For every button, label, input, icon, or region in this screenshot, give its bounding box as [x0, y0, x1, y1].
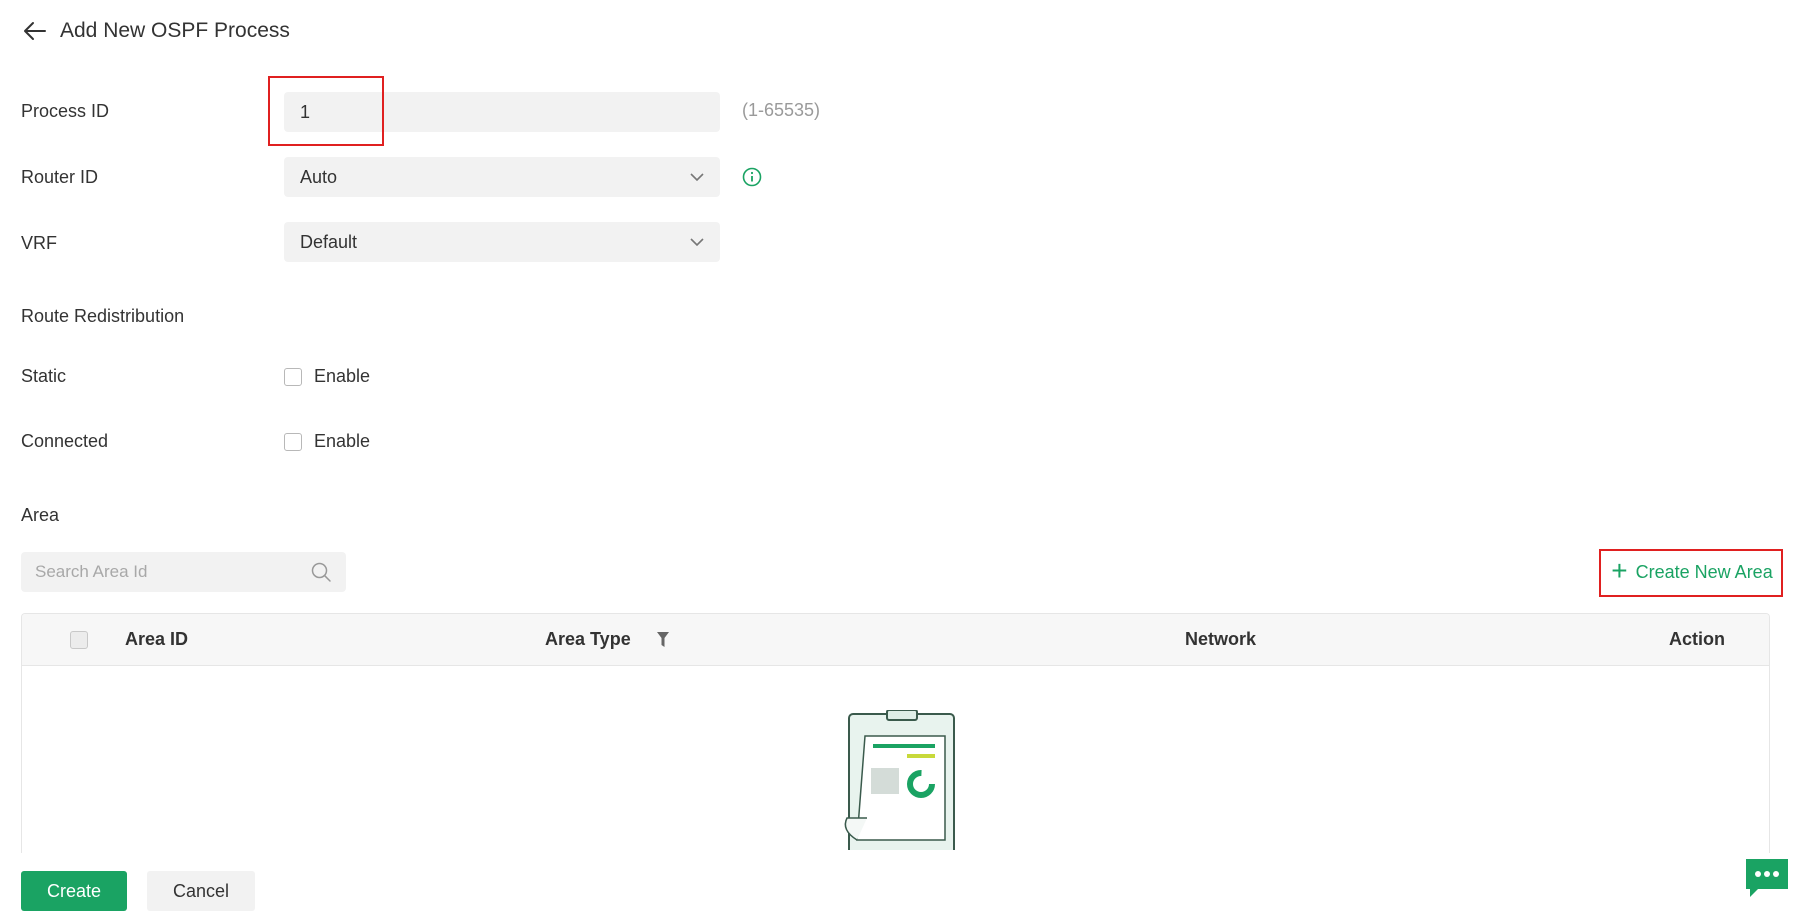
vrf-label: VRF: [21, 233, 57, 253]
area-search[interactable]: [21, 552, 346, 592]
chat-icon[interactable]: [1744, 857, 1790, 901]
page-title: Add New OSPF Process: [60, 19, 290, 42]
area-table: Area ID Area Type Network Action: [21, 613, 1770, 853]
checkbox[interactable]: [284, 432, 302, 451]
router-id-select[interactable]: Auto: [284, 157, 720, 197]
static-enable-label: Enable: [314, 366, 371, 386]
route-redistribution-heading: Route Redistribution: [21, 306, 185, 326]
column-network: Network: [1185, 629, 1257, 649]
static-enable-checkbox[interactable]: Enable: [284, 366, 370, 387]
vrf-value: Default: [300, 231, 358, 252]
page-header: Add New OSPF Process: [22, 18, 290, 44]
info-icon[interactable]: [742, 167, 762, 187]
column-action: Action: [1669, 629, 1725, 649]
select-all-checkbox[interactable]: [70, 631, 88, 649]
connected-enable-checkbox[interactable]: Enable: [284, 431, 370, 452]
process-id-range-hint: (1-65535): [742, 100, 821, 120]
empty-state-illustration: [844, 710, 955, 850]
column-area-type: Area Type: [545, 629, 631, 649]
connected-enable-label: Enable: [314, 431, 371, 451]
column-area-id: Area ID: [125, 629, 189, 649]
filter-icon[interactable]: [656, 631, 670, 649]
area-search-input[interactable]: [35, 562, 310, 582]
table-header: Area ID Area Type Network Action: [22, 614, 1769, 666]
arrow-left-icon[interactable]: [22, 18, 48, 44]
vrf-select[interactable]: Default: [284, 222, 720, 262]
router-id-value: Auto: [300, 166, 338, 187]
process-id-label: Process ID: [21, 101, 110, 121]
area-heading: Area: [21, 505, 60, 525]
connected-label: Connected: [21, 431, 109, 451]
create-button[interactable]: Create: [21, 871, 127, 911]
router-id-label: Router ID: [21, 167, 99, 187]
search-icon[interactable]: [310, 561, 332, 583]
create-area-highlight: [1599, 549, 1783, 597]
chevron-down-icon: [690, 238, 704, 246]
chevron-down-icon: [690, 173, 704, 181]
checkbox[interactable]: [284, 367, 302, 386]
static-label: Static: [21, 366, 67, 386]
form-footer: Create Cancel: [21, 871, 255, 911]
process-id-highlight: [268, 76, 384, 146]
cancel-button[interactable]: Cancel: [147, 871, 255, 911]
